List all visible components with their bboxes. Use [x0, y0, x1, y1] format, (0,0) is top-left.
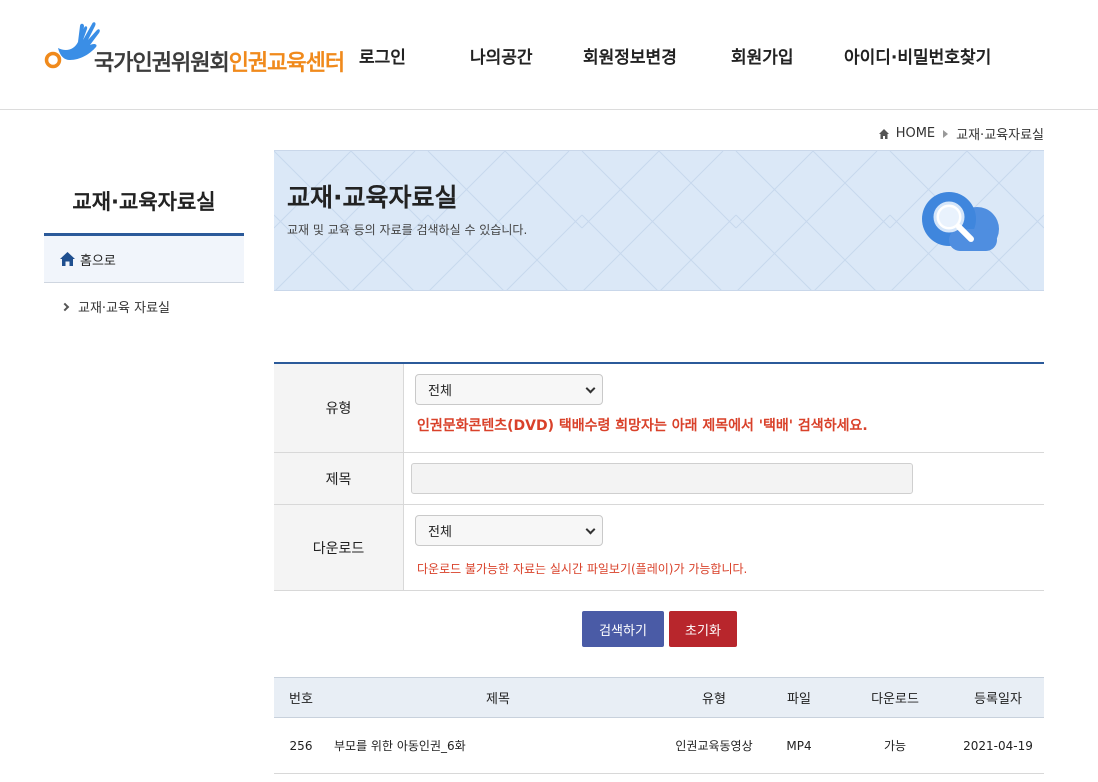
nav-sign-up[interactable]: 회원가입 — [731, 43, 794, 68]
search-form: 유형 전체 인권문화콘텐츠(DVD) 택배수령 희망자는 아래 제목에서 '택배… — [274, 362, 1044, 591]
title-input[interactable] — [411, 463, 913, 494]
sidebar-title: 교재·교육자료실 — [72, 190, 216, 214]
page-banner: 교재·교육자료실 교재 및 교육 등의 자료를 검색하실 수 있습니다. — [274, 150, 1044, 291]
breadcrumb: HOME 교재·교육자료실 — [878, 124, 1044, 143]
header-title: 제목 — [486, 692, 510, 707]
title-label: 제목 — [274, 453, 404, 504]
site-header: 국가인권위원회인권교육센터 로그인 나의공간 회원정보변경 회원가입 아이디·비… — [0, 0, 1098, 110]
header-download: 다운로드 — [871, 692, 919, 707]
search-row-title: 제목 — [274, 453, 1044, 505]
nav-login[interactable]: 로그인 — [359, 43, 406, 68]
cloud-search-icon — [922, 192, 999, 251]
download-select[interactable]: 전체 — [415, 515, 603, 546]
nav-find-id-password[interactable]: 아이디·비밀번호찾기 — [844, 43, 991, 68]
row-number: 256 — [289, 738, 313, 753]
row-file: MP4 — [786, 738, 812, 753]
row-date: 2021-04-19 — [963, 738, 1033, 753]
type-select[interactable]: 전체 — [415, 374, 603, 405]
type-label: 유형 — [274, 364, 404, 452]
search-row-type: 유형 전체 인권문화콘텐츠(DVD) 택배수령 희망자는 아래 제목에서 '택배… — [274, 364, 1044, 453]
row-type: 인권교육동영상 — [675, 738, 753, 753]
main-nav: 로그인 나의공간 회원정보변경 회원가입 아이디·비밀번호찾기 — [0, 43, 1098, 69]
home-icon — [878, 128, 889, 139]
page-description: 교재 및 교육 등의 자료를 검색하실 수 있습니다. — [287, 223, 528, 237]
table-row[interactable]: 256 부모를 위한 아동인권_6화 인권교육동영상 MP4 가능 2021-0… — [274, 718, 1044, 774]
search-button[interactable]: 검색하기 — [582, 611, 664, 647]
chevron-right-icon — [60, 302, 70, 311]
sidebar-item-label: 교재·교육 자료실 — [78, 301, 170, 316]
sidebar-home-label: 홈으로 — [80, 253, 116, 269]
sidebar-item-materials[interactable]: 교재·교육 자료실 — [60, 297, 170, 316]
header-file: 파일 — [787, 692, 811, 707]
breadcrumb-home[interactable]: HOME — [896, 126, 935, 141]
type-select-value: 전체 — [428, 384, 452, 399]
chevron-down-icon — [585, 383, 596, 394]
nav-my-space[interactable]: 나의공간 — [470, 43, 533, 68]
download-label: 다운로드 — [274, 505, 404, 590]
row-download: 가능 — [883, 739, 907, 753]
breadcrumb-arrow-icon — [943, 129, 949, 138]
header-type: 유형 — [702, 692, 726, 707]
breadcrumb-current: 교재·교육자료실 — [956, 128, 1044, 143]
nav-edit-member-info[interactable]: 회원정보변경 — [583, 43, 677, 68]
header-date: 등록일자 — [974, 692, 1022, 707]
row-title-link[interactable]: 부모를 위한 아동인권_6화 — [328, 718, 668, 773]
home-icon — [60, 252, 75, 266]
search-row-download: 다운로드 전체 다운로드 불가능한 자료는 실시간 파일보기(플레이)가 가능합… — [274, 505, 1044, 591]
sidebar-home-link[interactable]: 홈으로 — [44, 236, 244, 283]
chevron-down-icon — [585, 524, 596, 535]
header-number: 번호 — [289, 692, 313, 707]
table-header: 번호 제목 유형 파일 다운로드 등록일자 — [274, 677, 1044, 718]
dvd-delivery-notice: 인권문화콘텐츠(DVD) 택배수령 희망자는 아래 제목에서 '택배' 검색하세… — [417, 418, 868, 434]
download-select-value: 전체 — [428, 525, 452, 540]
download-notice: 다운로드 불가능한 자료는 실시간 파일보기(플레이)가 가능합니다. — [417, 562, 748, 576]
reset-button[interactable]: 초기화 — [669, 611, 737, 647]
page-title: 교재·교육자료실 — [287, 183, 458, 212]
results-table: 번호 제목 유형 파일 다운로드 등록일자 256 부모를 위한 아동인권_6화… — [274, 677, 1044, 774]
